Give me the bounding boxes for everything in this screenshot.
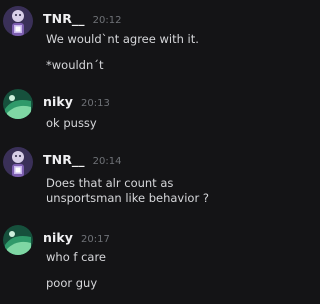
message-text: poor guy [46,276,98,290]
message-text: Does that alr count as [46,176,174,190]
message-header: niky 20:13 [43,91,110,109]
username[interactable]: niky [43,230,73,245]
username[interactable]: niky [43,94,73,109]
message-header: TNR__ 20:12 [43,8,122,26]
niky-avatar-icon[interactable] [3,89,33,119]
message-header: TNR__ 20:14 [43,149,122,167]
timestamp: 20:13 [81,98,110,109]
niky-avatar-icon[interactable] [3,225,33,255]
username[interactable]: TNR__ [43,152,85,167]
chat-message-list: TNR__ 20:12 We would`nt agree with it. *w… [0,0,246,304]
timestamp: 20:12 [92,15,122,26]
message-text: unsportsman like behavior ? [46,191,209,205]
timestamp: 20:14 [92,156,122,167]
username[interactable]: TNR__ [43,11,85,26]
message-text: We would`nt agree with it. [46,32,199,46]
timestamp: 20:17 [81,234,110,245]
message-text: *wouldn´t [46,58,104,72]
message-text: ok pussy [46,116,97,130]
tnr-avatar-icon[interactable] [3,6,33,36]
message-header: niky 20:17 [43,227,110,245]
tnr-avatar-icon[interactable] [3,147,33,177]
message-text: who f care [46,250,107,264]
